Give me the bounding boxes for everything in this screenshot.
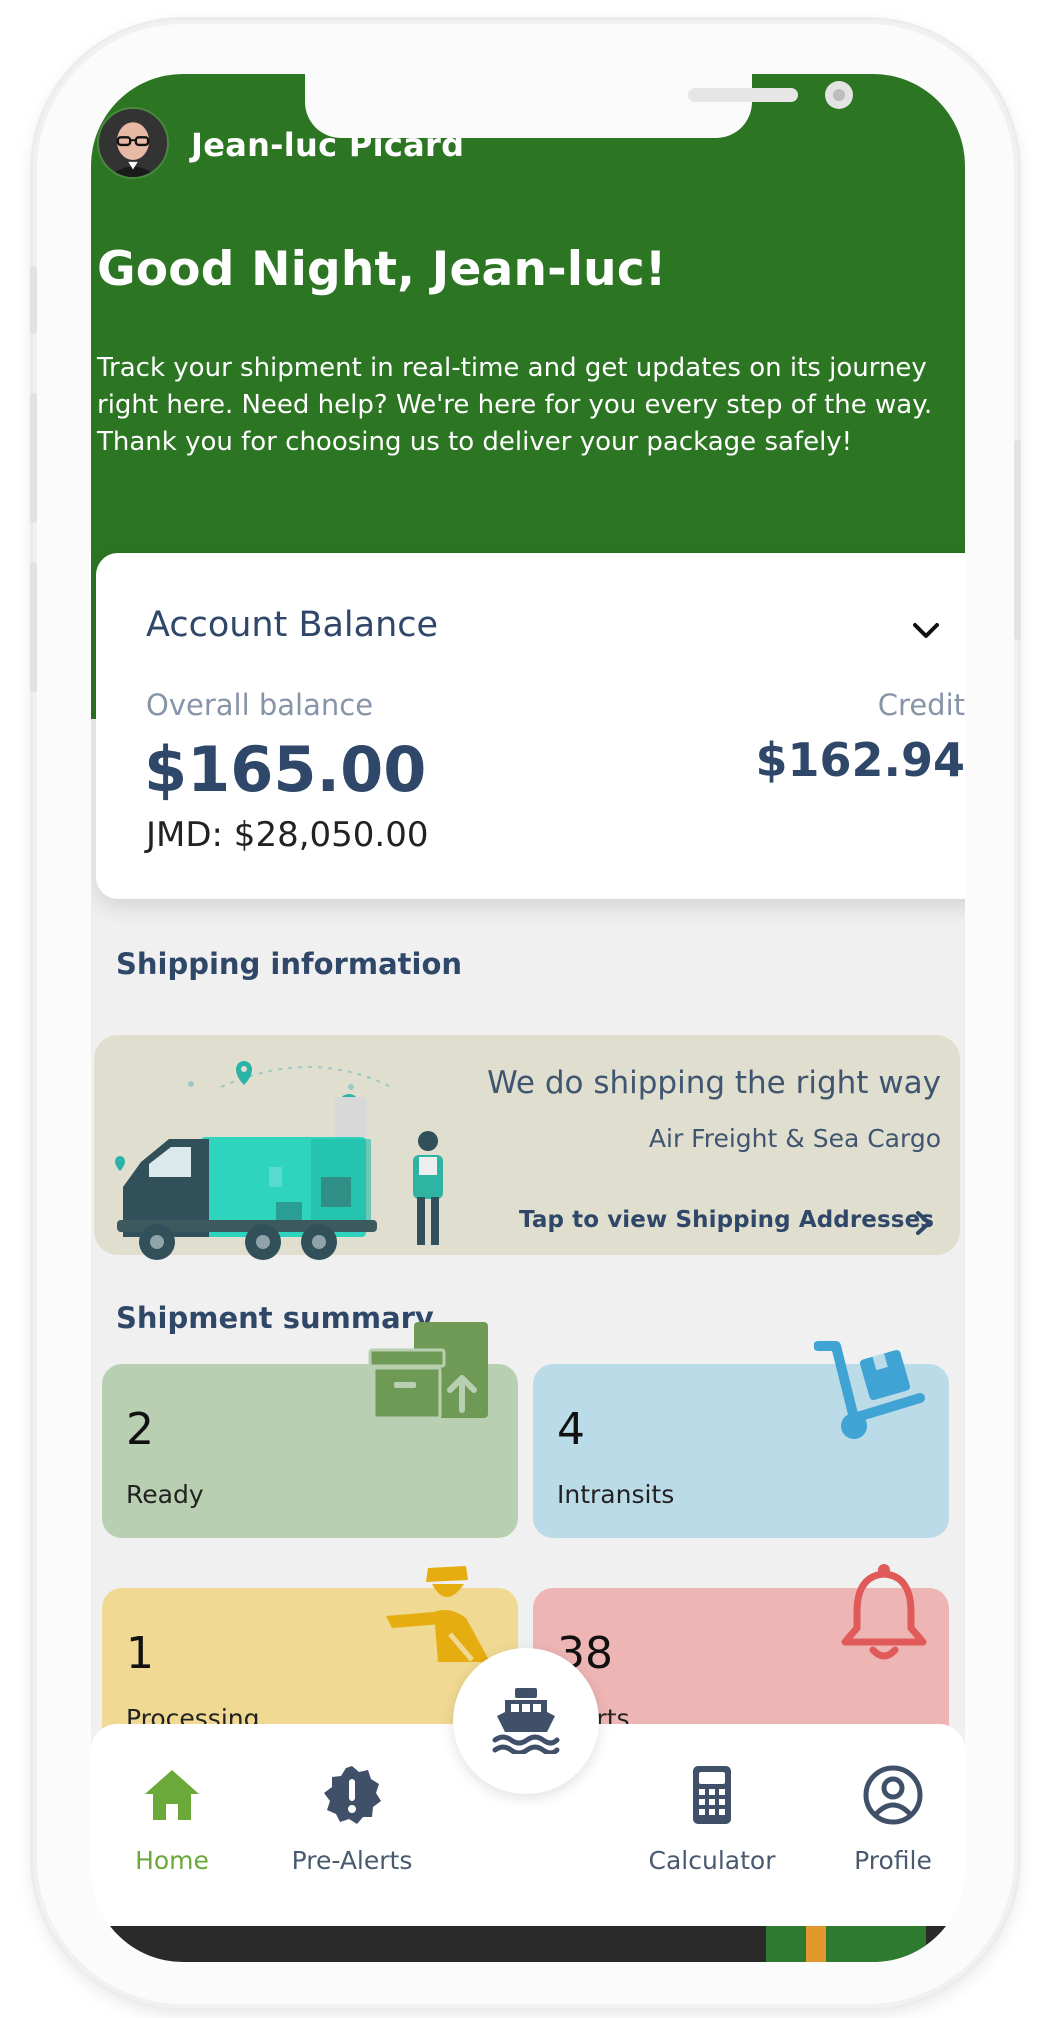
shipping-addresses-link[interactable]: Tap to view Shipping Addresses — [519, 1207, 934, 1233]
intransit-count: 4 — [557, 1404, 585, 1455]
profile-icon — [863, 1765, 923, 1825]
app-screen: Jean-luc Picard Good Night, Jean-luc! Tr… — [91, 74, 965, 1962]
nav-calculator-label: Calculator — [648, 1846, 776, 1875]
overall-balance-label: Overall balance — [146, 688, 374, 722]
nav-home[interactable]: Home — [97, 1764, 247, 1875]
ship-icon — [492, 1688, 560, 1754]
chevron-right-icon[interactable] — [913, 1209, 935, 1237]
overall-balance-value: $165.00 — [144, 733, 427, 806]
credit-value: $162.94 — [755, 733, 965, 787]
phone-side-button — [1014, 440, 1021, 640]
intro-text: Track your shipment in real-time and get… — [97, 353, 933, 457]
bell-icon — [841, 1564, 927, 1660]
ready-count: 2 — [126, 1404, 154, 1455]
camera-icon — [825, 81, 853, 109]
calculator-icon — [693, 1766, 731, 1824]
shipping-section-title: Shipping information — [116, 947, 463, 981]
balance-title: Account Balance — [146, 605, 439, 645]
hand-truck-icon — [814, 1341, 925, 1439]
avatar[interactable] — [97, 107, 169, 179]
phone-side-button — [30, 266, 37, 334]
greeting-heading: Good Night, Jean-luc! — [97, 242, 667, 297]
credit-label: Credit — [877, 688, 965, 722]
delivery-truck-illustration — [115, 1061, 443, 1260]
nav-home-label: Home — [135, 1846, 209, 1875]
phone-side-button — [30, 393, 37, 523]
jmd-balance-value: JMD: $28,050.00 — [146, 815, 429, 855]
nav-pre-alerts-label: Pre-Alerts — [291, 1846, 413, 1875]
ship-action-button[interactable] — [453, 1648, 599, 1794]
phone-side-button — [30, 562, 37, 692]
nav-profile[interactable]: Profile — [818, 1764, 965, 1875]
background-gift-graphic — [766, 1926, 926, 1962]
nav-profile-label: Profile — [854, 1846, 932, 1875]
avatar-portrait-icon — [99, 109, 167, 177]
chevron-down-icon[interactable] — [911, 621, 941, 641]
home-icon — [145, 1770, 199, 1820]
account-balance-card[interactable]: Account Balance Overall balance $165.00 … — [96, 553, 965, 899]
nav-calculator[interactable]: Calculator — [637, 1764, 787, 1875]
intransit-label: Intransits — [557, 1480, 675, 1509]
processing-count: 1 — [126, 1628, 154, 1679]
shipping-headline: We do shipping the right way — [487, 1065, 941, 1101]
phone-notch — [305, 74, 853, 138]
box-upload-icon — [368, 1322, 488, 1420]
nav-pre-alerts[interactable]: Pre-Alerts — [277, 1764, 427, 1875]
speaker-grille — [688, 88, 798, 102]
ready-label: Ready — [126, 1480, 204, 1509]
courier-icon — [386, 1566, 490, 1662]
alert-badge-icon — [324, 1766, 381, 1824]
shipping-subline: Air Freight & Sea Cargo — [648, 1124, 941, 1153]
